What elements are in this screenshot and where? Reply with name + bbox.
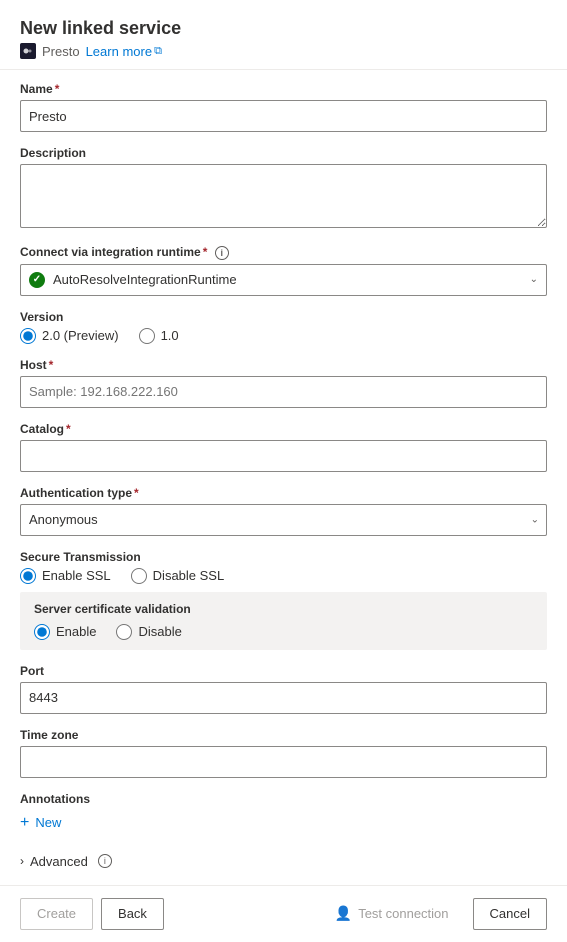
enable-ssl-radio[interactable] [20,568,36,584]
panel-header: New linked service Presto Learn more ⧉ [0,0,567,70]
host-required: * [49,358,54,372]
description-group: Description [20,146,547,231]
timezone-input[interactable] [20,746,547,778]
cert-enable-option[interactable]: Enable [34,624,96,640]
panel-body: Name* Description Connect via integratio… [0,70,567,885]
server-cert-radios: Enable Disable [34,624,533,640]
server-cert-section: Server certificate validation Enable Dis… [20,592,547,650]
create-button[interactable]: Create [20,898,93,930]
learn-more-link[interactable]: Learn more ⧉ [86,44,162,59]
version-1-radio[interactable] [139,328,155,344]
version-group: Version 2.0 (Preview) 1.0 [20,310,547,344]
runtime-select[interactable]: AutoResolveIntegrationRuntime ⌄ [20,264,547,296]
version-1-option[interactable]: 1.0 [139,328,179,344]
advanced-label: Advanced [30,854,88,869]
port-label: Port [20,664,547,678]
auth-select[interactable]: Anonymous LDAP [20,504,547,536]
disable-ssl-radio[interactable] [131,568,147,584]
new-label: New [35,815,61,830]
name-label: Name* [20,82,547,96]
runtime-group: Connect via integration runtime* i AutoR… [20,245,547,296]
auth-label: Authentication type* [20,486,547,500]
runtime-select-text: AutoResolveIntegrationRuntime [53,272,530,287]
catalog-group: Catalog* [20,422,547,472]
version-2-label: 2.0 (Preview) [42,328,119,343]
host-label: Host* [20,358,547,372]
cert-disable-radio[interactable] [116,624,132,640]
new-linked-service-panel: New linked service Presto Learn more ⧉ N… [0,0,567,942]
catalog-required: * [66,422,71,436]
version-2-option[interactable]: 2.0 (Preview) [20,328,119,344]
advanced-info-icon[interactable]: i [98,854,112,868]
secure-transmission-label: Secure Transmission [20,550,547,564]
host-input[interactable] [20,376,547,408]
runtime-required: * [203,245,208,259]
advanced-section[interactable]: › Advanced i [20,850,547,873]
ssl-options: Enable SSL Disable SSL [20,568,547,584]
panel-title: New linked service [20,18,547,39]
cert-enable-label: Enable [56,624,96,639]
panel-footer: Create Back 👤 Test connection Cancel [0,885,567,942]
disable-ssl-label: Disable SSL [153,568,225,583]
cert-disable-label: Disable [138,624,181,639]
version-2-radio[interactable] [20,328,36,344]
plus-icon: + [20,814,29,832]
disable-ssl-option[interactable]: Disable SSL [131,568,225,584]
description-label: Description [20,146,547,160]
version-options: 2.0 (Preview) 1.0 [20,328,547,344]
external-link-icon: ⧉ [154,45,162,58]
name-input[interactable] [20,100,547,132]
annotations-new-button[interactable]: + New [20,810,547,836]
auth-required: * [134,486,139,500]
annotations-group: Annotations + New [20,792,547,836]
timezone-group: Time zone [20,728,547,778]
annotations-label: Annotations [20,792,547,806]
auth-select-wrapper: Anonymous LDAP ⌄ [20,504,547,536]
catalog-label: Catalog* [20,422,547,436]
presto-icon [20,43,36,59]
name-group: Name* [20,82,547,132]
port-input[interactable] [20,682,547,714]
runtime-chevron-icon: ⌄ [530,274,538,285]
cert-enable-radio[interactable] [34,624,50,640]
catalog-input[interactable] [20,440,547,472]
runtime-label: Connect via integration runtime* i [20,245,547,260]
cancel-button[interactable]: Cancel [473,898,547,930]
test-connection-button[interactable]: 👤 Test connection [319,898,465,930]
secure-transmission-group: Secure Transmission Enable SSL Disable S… [20,550,547,650]
advanced-chevron-icon: › [20,854,24,868]
service-name: Presto [42,44,80,59]
name-required: * [55,82,60,96]
auth-group: Authentication type* Anonymous LDAP ⌄ [20,486,547,536]
back-button[interactable]: Back [101,898,164,930]
runtime-info-icon[interactable]: i [215,246,229,260]
panel-subtitle: Presto Learn more ⧉ [20,43,547,59]
enable-ssl-label: Enable SSL [42,568,111,583]
cert-disable-option[interactable]: Disable [116,624,181,640]
enable-ssl-option[interactable]: Enable SSL [20,568,111,584]
version-1-label: 1.0 [161,328,179,343]
test-connection-label: Test connection [358,906,448,921]
server-cert-title: Server certificate validation [34,602,533,616]
description-textarea[interactable] [20,164,547,228]
port-group: Port [20,664,547,714]
version-label: Version [20,310,547,324]
runtime-check-icon [29,272,45,288]
test-connection-icon: 👤 [335,905,352,922]
host-group: Host* [20,358,547,408]
timezone-label: Time zone [20,728,547,742]
